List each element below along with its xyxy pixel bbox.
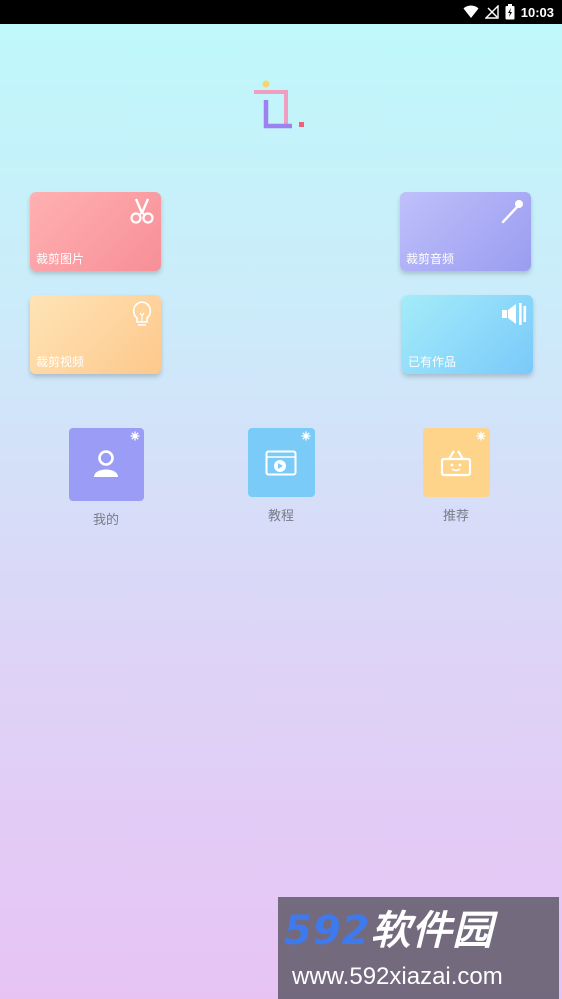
audio-wand-icon xyxy=(501,200,523,224)
gear-icon xyxy=(476,431,485,441)
wifi-icon xyxy=(463,5,479,18)
battery-charging-icon xyxy=(505,4,515,20)
gear-icon xyxy=(301,431,310,441)
crop-audio-label: 裁剪音频 xyxy=(406,252,455,266)
no-signal-icon xyxy=(484,5,499,19)
crop-image-label: 裁剪图片 xyxy=(36,252,85,266)
crop-image-card[interactable]: 裁剪图片 xyxy=(30,192,161,271)
nav-mine-tile[interactable] xyxy=(68,428,144,501)
nav-recommend[interactable]: 推荐 xyxy=(401,428,511,524)
gear-icon xyxy=(130,431,139,441)
nav-tutorial-label: 教程 xyxy=(267,509,294,524)
watermark-url: www.592xiazai.com xyxy=(292,963,503,990)
watermark-brand: 软件园 xyxy=(370,908,494,954)
video-player-icon xyxy=(265,450,297,475)
nav-recommend-tile[interactable] xyxy=(422,428,490,497)
status-time: 10:03 xyxy=(520,4,554,20)
status-bar: 10:03 xyxy=(0,0,562,24)
basket-icon xyxy=(440,449,472,476)
watermark-number: 592 xyxy=(284,908,371,954)
lightbulb-icon xyxy=(132,301,152,326)
nav-tutorial-tile[interactable] xyxy=(247,428,315,497)
crop-audio-card[interactable]: 裁剪音频 xyxy=(400,192,531,271)
crop-video-label: 裁剪视频 xyxy=(36,355,85,369)
crop-icon xyxy=(254,80,304,129)
crop-video-card[interactable]: 裁剪视频 xyxy=(30,295,161,374)
home-screen: 裁剪图片 裁剪音频 裁剪视频 已有作品 我的 教程 推荐 592软件园 www.… xyxy=(0,24,562,999)
site-watermark: 592软件园 www.592xiazai.com xyxy=(278,897,559,999)
scissors-icon xyxy=(130,198,154,224)
nav-tutorial[interactable]: 教程 xyxy=(226,428,336,524)
nav-mine[interactable]: 我的 xyxy=(51,428,161,528)
watermark-logo: 592软件园 xyxy=(284,907,494,955)
my-works-card[interactable]: 已有作品 xyxy=(402,295,533,374)
user-icon xyxy=(94,449,118,477)
my-works-label: 已有作品 xyxy=(408,355,457,369)
status-icons: 10:03 xyxy=(463,0,554,24)
nav-recommend-label: 推荐 xyxy=(442,509,469,524)
speaker-icon xyxy=(502,303,527,325)
nav-mine-label: 我的 xyxy=(92,513,119,528)
